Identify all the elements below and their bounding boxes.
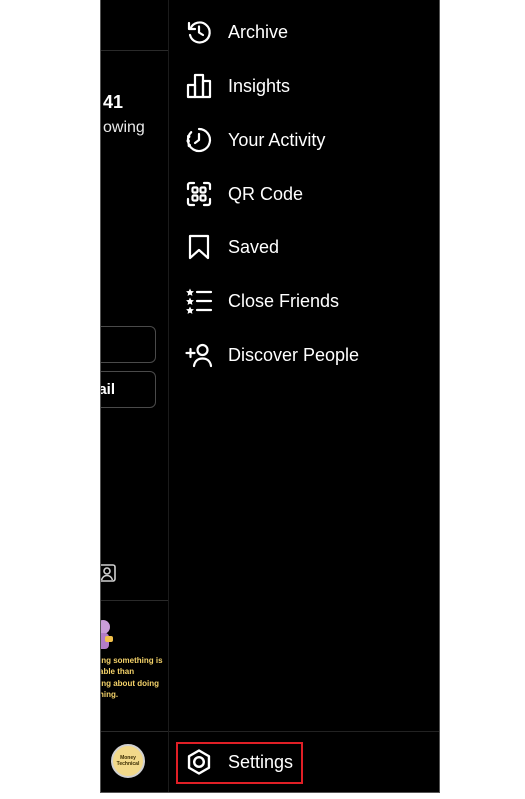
bookmark-icon	[188, 234, 210, 260]
menu-item-insights[interactable]: Insights	[185, 69, 290, 103]
menu-item-saved[interactable]: Saved	[185, 230, 279, 264]
divider	[169, 731, 439, 732]
add-person-icon	[185, 343, 213, 368]
phone-screen: 41 owing ail ing something is able than …	[100, 0, 440, 793]
insights-icon	[186, 73, 212, 99]
settings-highlight-box	[176, 742, 303, 784]
post-caption-line: able than	[101, 667, 135, 676]
menu-item-label: Your Activity	[228, 129, 326, 150]
post-caption-line: ing something is	[101, 656, 163, 665]
menu-item-discover-people[interactable]: Discover People	[185, 338, 359, 372]
menu-item-label: Saved	[228, 236, 280, 257]
qr-code-icon	[186, 181, 212, 207]
menu-item-label: Insights	[228, 75, 291, 96]
post-caption-line: hing.	[101, 690, 119, 699]
menu-item-label: QR Code	[228, 183, 304, 204]
divider	[101, 600, 168, 601]
post-illustration-icon	[101, 620, 113, 649]
profile-menu: Archive Insights Your Activity QR Code S…	[169, 0, 439, 792]
archive-icon	[187, 21, 211, 44]
menu-item-close-friends[interactable]: Close Friends	[185, 284, 339, 318]
tagged-posts-icon[interactable]	[101, 563, 117, 583]
edit-profile-button[interactable]	[101, 326, 156, 363]
profile-avatar[interactable]: Money Technical	[111, 744, 145, 778]
profile-panel: 41 owing ail ing something is able than …	[101, 0, 169, 792]
menu-item-label: Close Friends	[228, 290, 340, 311]
divider	[101, 50, 168, 51]
divider	[101, 731, 168, 732]
menu-item-label: Discover People	[228, 344, 360, 365]
menu-item-qr-code[interactable]: QR Code	[185, 177, 303, 211]
activity-icon	[186, 127, 212, 153]
close-friends-icon	[186, 288, 213, 314]
following-label[interactable]: owing	[103, 119, 145, 137]
menu-item-label: Archive	[228, 21, 289, 42]
menu-item-archive[interactable]: Archive	[185, 15, 288, 49]
following-count[interactable]: 41	[103, 92, 123, 113]
menu-item-your-activity[interactable]: Your Activity	[185, 123, 325, 157]
email-button[interactable]: ail	[101, 371, 156, 408]
post-thumbnail[interactable]: ing something is able than ing about doi…	[101, 604, 168, 700]
post-caption-line: ing about doing	[101, 679, 159, 688]
